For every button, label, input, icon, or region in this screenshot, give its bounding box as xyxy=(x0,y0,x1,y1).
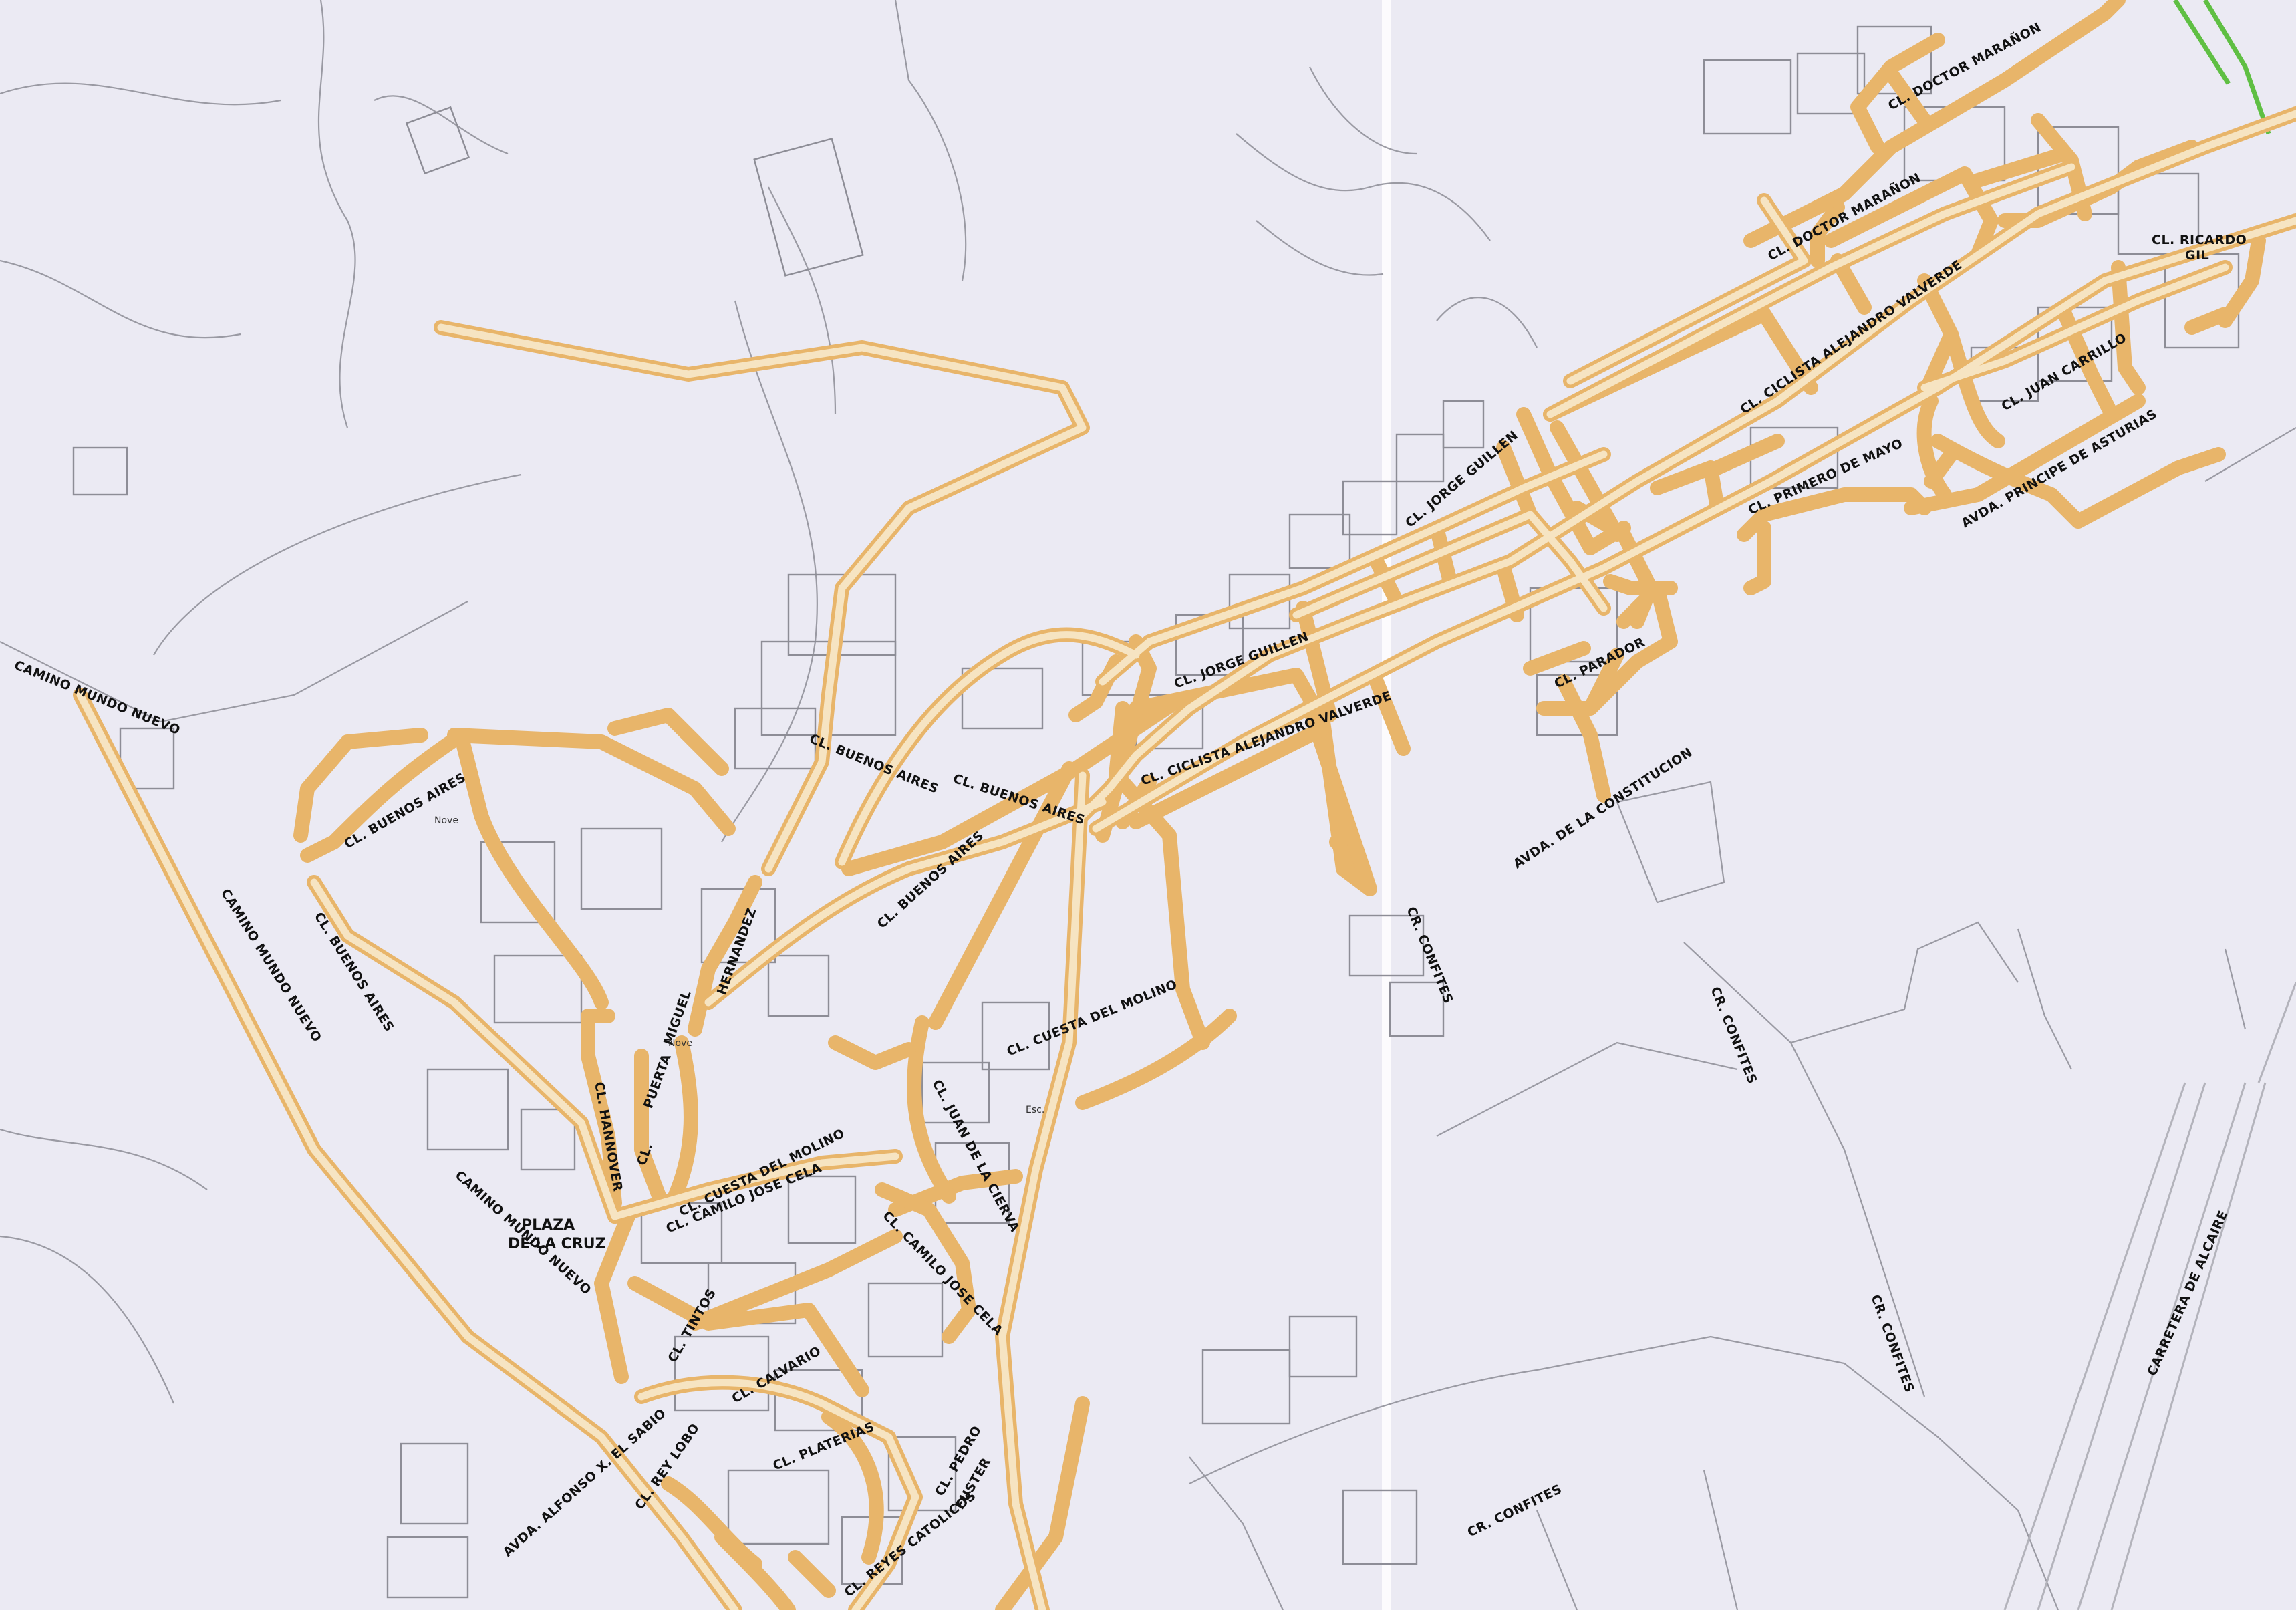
street-map: CAMINO MUNDO NUEVO CAMINO MUNDO NUEVO CA… xyxy=(0,0,2296,1610)
label-nove-2: Nove xyxy=(668,1038,692,1049)
label-nove-1: Nove xyxy=(434,815,458,826)
label-esc: Esc. xyxy=(1026,1105,1044,1115)
label-de-la-cruz: DE LA CRUZ xyxy=(508,1236,606,1252)
label-ricardo: CL. RICARDO xyxy=(2152,233,2247,247)
label-plaza: PLAZA xyxy=(521,1217,575,1234)
label-ricardo-gil: GIL xyxy=(2185,248,2209,263)
